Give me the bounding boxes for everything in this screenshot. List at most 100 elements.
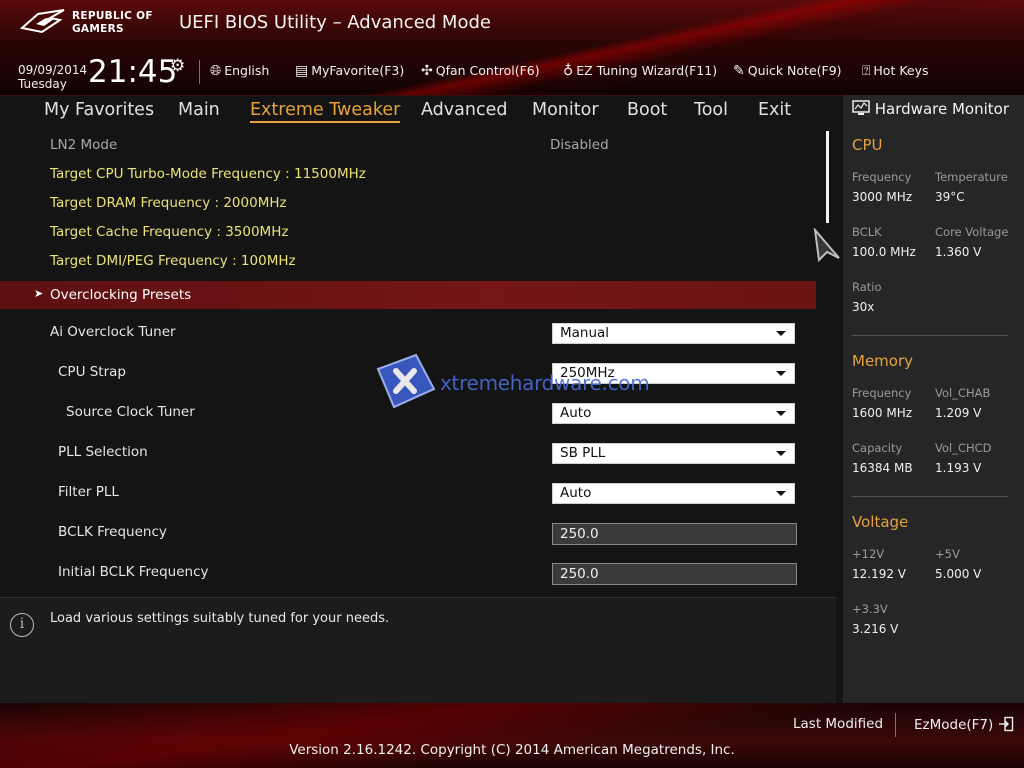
section-divider bbox=[852, 335, 1008, 336]
rog-logo: REPUBLIC OF GAMERS bbox=[20, 8, 170, 38]
hot-keys-button[interactable]: ⍰ Hot Keys bbox=[862, 63, 929, 79]
ai-overclock-tuner-value: Manual bbox=[560, 325, 610, 341]
tab-exit[interactable]: Exit bbox=[758, 100, 791, 120]
tab-main[interactable]: Main bbox=[178, 100, 220, 120]
bclk-frequency-input[interactable]: 250.0 bbox=[552, 523, 797, 545]
pll-selection-dropdown[interactable]: SB PLL bbox=[552, 443, 795, 464]
qfan-control-button[interactable]: ✣ Qfan Control(F6) bbox=[421, 63, 540, 79]
vol-chcd-value: 1.193 V bbox=[935, 461, 982, 475]
settings-panel: LN2 Mode Disabled Target CPU Turbo-Mode … bbox=[0, 128, 840, 594]
vol-chab-label: Vol_CHAB bbox=[935, 386, 991, 400]
lightbulb-icon: ♁ bbox=[563, 63, 574, 79]
xtremehardware-watermark: xtremehardware.com bbox=[372, 353, 650, 413]
cpu-frequency-value: 3000 MHz bbox=[852, 190, 913, 204]
voltage-heading: Voltage bbox=[852, 513, 909, 531]
rog-eye-icon bbox=[20, 9, 65, 34]
globe-icon: 🌐︎ bbox=[210, 63, 222, 79]
core-voltage-label: Core Voltage bbox=[935, 225, 1009, 239]
ln2-mode-label: LN2 Mode bbox=[50, 137, 118, 153]
day-display: Tuesday bbox=[18, 77, 67, 91]
tab-my-favorites[interactable]: My Favorites bbox=[44, 100, 154, 120]
initial-bclk-frequency-input[interactable]: 250.0 bbox=[552, 563, 797, 585]
mouse-cursor-icon bbox=[813, 228, 840, 262]
overclocking-presets-label: Overclocking Presets bbox=[50, 287, 192, 303]
watermark-text: xtremehardware.com bbox=[440, 371, 650, 395]
tab-extreme-tweaker[interactable]: Extreme Tweaker bbox=[250, 100, 401, 123]
ratio-value: 30x bbox=[852, 300, 875, 314]
footer-divider bbox=[895, 713, 896, 737]
last-modified-button[interactable]: Last Modified bbox=[793, 716, 883, 732]
hardware-monitor-panel: Hardware Monitor CPU Frequency Temperatu… bbox=[843, 95, 1024, 703]
cpu-temperature-label: Temperature bbox=[935, 170, 1008, 184]
tab-monitor[interactable]: Monitor bbox=[532, 100, 599, 120]
date-display: 09/09/2014 bbox=[18, 63, 88, 77]
pll-selection-value: SB PLL bbox=[560, 445, 606, 461]
v5-label: +5V bbox=[935, 547, 960, 561]
chevron-down-icon bbox=[776, 411, 786, 416]
vol-chcd-label: Vol_CHCD bbox=[935, 441, 992, 455]
cpu-heading: CPU bbox=[852, 136, 883, 154]
quick-note-button[interactable]: ✎ Quick Note(F9) bbox=[733, 63, 842, 79]
v5-value: 5.000 V bbox=[935, 567, 982, 581]
ratio-label: Ratio bbox=[852, 280, 882, 294]
vol-chab-value: 1.209 V bbox=[935, 406, 982, 420]
help-text: Load various settings suitably tuned for… bbox=[50, 611, 390, 626]
v12-value: 12.192 V bbox=[852, 567, 907, 581]
help-bar: i Load various settings suitably tuned f… bbox=[0, 597, 836, 704]
fan-icon: ✣ bbox=[421, 63, 433, 79]
v33-value: 3.216 V bbox=[852, 622, 899, 636]
target-cache-frequency: Target Cache Frequency : 3500MHz bbox=[50, 224, 289, 240]
memory-frequency-value: 1600 MHz bbox=[852, 406, 913, 420]
watermark-x-logo-icon bbox=[376, 353, 436, 409]
tab-tool[interactable]: Tool bbox=[694, 100, 728, 120]
filter-pll-label: Filter PLL bbox=[58, 484, 119, 500]
ln2-mode-value: Disabled bbox=[550, 137, 609, 153]
ln2-mode-row[interactable]: LN2 Mode bbox=[50, 137, 117, 153]
source-clock-tuner-label: Source Clock Tuner bbox=[66, 404, 195, 420]
footer-bar: Last Modified EzMode(F7) Version 2.16.12… bbox=[0, 703, 1024, 768]
chevron-down-icon bbox=[776, 371, 786, 376]
overclocking-presets-item[interactable]: ➤ Overclocking Presets bbox=[0, 281, 816, 309]
language-label: English bbox=[224, 63, 270, 78]
version-copyright-text: Version 2.16.1242. Copyright (C) 2014 Am… bbox=[289, 742, 735, 758]
target-dmi-peg-frequency: Target DMI/PEG Frequency : 100MHz bbox=[50, 253, 296, 269]
qfan-label: Qfan Control(F6) bbox=[435, 63, 540, 78]
chevron-down-icon bbox=[776, 451, 786, 456]
capacity-label: Capacity bbox=[852, 441, 903, 455]
tab-boot[interactable]: Boot bbox=[627, 100, 667, 120]
note-icon: ✎ bbox=[733, 63, 745, 79]
tab-advanced[interactable]: Advanced bbox=[421, 100, 507, 120]
ai-overclock-tuner-dropdown[interactable]: Manual bbox=[552, 323, 795, 344]
ez-tuning-label: EZ Tuning Wizard(F11) bbox=[576, 63, 718, 78]
hot-keys-label: Hot Keys bbox=[873, 63, 929, 78]
header-divider bbox=[199, 60, 200, 84]
myfavorite-button[interactable]: ▤ MyFavorite(F3) bbox=[295, 63, 404, 79]
language-button[interactable]: 🌐︎ English bbox=[210, 63, 269, 79]
target-cpu-turbo-frequency: Target CPU Turbo-Mode Frequency : 11500M… bbox=[50, 166, 366, 182]
filter-pll-dropdown[interactable]: Auto bbox=[552, 483, 795, 504]
bclk-value: 100.0 MHz bbox=[852, 245, 916, 259]
submenu-arrow-icon: ➤ bbox=[34, 287, 44, 300]
scrollbar-thumb[interactable] bbox=[826, 131, 829, 223]
chevron-down-icon bbox=[776, 491, 786, 496]
clock-display: 21:45 bbox=[88, 54, 178, 90]
v33-label: +3.3V bbox=[852, 602, 888, 616]
hardware-monitor-title[interactable]: Hardware Monitor bbox=[852, 100, 1009, 120]
app-title: UEFI BIOS Utility – Advanced Mode bbox=[179, 12, 491, 33]
logo-line-2: GAMERS bbox=[72, 23, 124, 35]
bclk-frequency-label: BCLK Frequency bbox=[58, 524, 167, 540]
logo-line-1: REPUBLIC OF bbox=[72, 10, 153, 22]
ezmode-button[interactable]: EzMode(F7) bbox=[914, 716, 1014, 736]
monitor-icon bbox=[852, 100, 870, 120]
exit-arrow-icon bbox=[998, 716, 1014, 736]
info-icon: i bbox=[10, 613, 34, 637]
core-voltage-value: 1.360 V bbox=[935, 245, 982, 259]
question-icon: ⍰ bbox=[862, 63, 871, 79]
ai-overclock-tuner-label: Ai Overclock Tuner bbox=[50, 324, 176, 340]
chevron-down-icon bbox=[776, 331, 786, 336]
gear-icon[interactable]: ⚙ bbox=[170, 56, 185, 76]
cpu-frequency-label: Frequency bbox=[852, 170, 912, 184]
ez-tuning-wizard-button[interactable]: ♁ EZ Tuning Wizard(F11) bbox=[563, 63, 717, 79]
quick-note-label: Quick Note(F9) bbox=[747, 63, 842, 78]
v12-label: +12V bbox=[852, 547, 885, 561]
